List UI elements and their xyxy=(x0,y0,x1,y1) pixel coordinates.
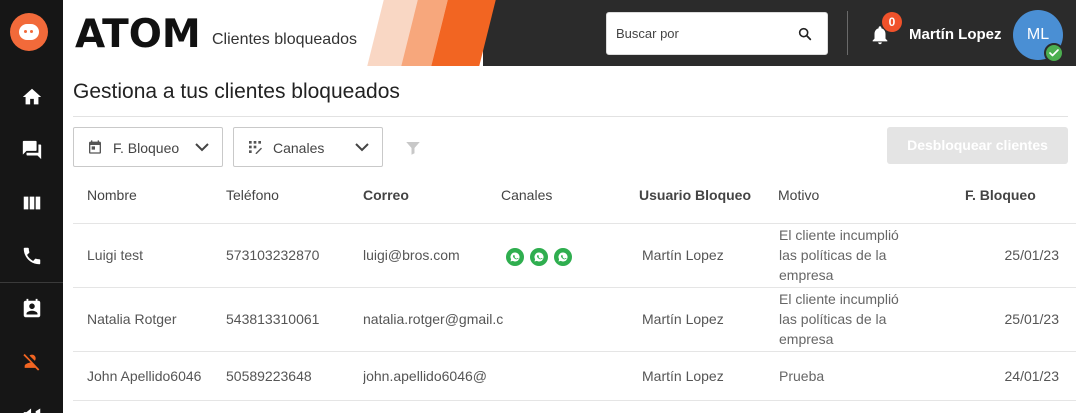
column-header-nombre[interactable]: Nombre xyxy=(87,187,137,203)
sidebar-item-conversations[interactable] xyxy=(0,132,63,168)
notification-badge: 0 xyxy=(882,12,902,32)
cell-nombre: John Apellido6046 xyxy=(87,368,202,384)
sidebar-divider xyxy=(0,282,63,283)
column-header-telefono[interactable]: Teléfono xyxy=(226,187,279,203)
channels-grid-icon xyxy=(249,141,262,154)
megaphone-icon xyxy=(23,408,40,413)
cell-fecha-bloqueo: 25/01/23 xyxy=(1004,311,1060,327)
header-divider xyxy=(847,11,848,55)
sidebar-item-home[interactable] xyxy=(0,79,63,115)
page-title: Gestiona a tus clientes bloqueados xyxy=(73,80,400,103)
column-header-correo[interactable]: Correo xyxy=(363,187,409,203)
home-icon xyxy=(22,88,41,105)
cell-motivo: El cliente incumplió las políticas de la… xyxy=(779,227,899,283)
chat-icon xyxy=(22,140,41,160)
cell-usuario-bloqueo: Martín Lopez xyxy=(642,311,724,327)
table-row[interactable]: John Apellido6046 50589223648 john.apell… xyxy=(63,352,1076,402)
column-header-motivo[interactable]: Motivo xyxy=(778,187,819,203)
search-box xyxy=(606,12,828,55)
cell-nombre: Natalia Rotger xyxy=(87,311,177,327)
cell-correo: natalia.rotger@gmail.com xyxy=(363,311,503,327)
sidebar xyxy=(0,0,63,413)
online-status-badge xyxy=(1044,43,1064,63)
whatsapp-icon xyxy=(554,248,572,266)
cell-usuario-bloqueo: Martín Lopez xyxy=(642,368,724,384)
cell-motivo: Prueba xyxy=(779,368,825,384)
app-logo[interactable] xyxy=(10,13,48,51)
section-title: Clientes bloqueados xyxy=(212,31,357,48)
search-icon[interactable] xyxy=(797,26,813,42)
cell-usuario-bloqueo: Martín Lopez xyxy=(642,247,724,263)
blocked-user-icon xyxy=(22,353,39,371)
whatsapp-icon xyxy=(530,248,548,266)
cell-fecha-bloqueo: 25/01/23 xyxy=(1004,247,1060,263)
column-header-canales[interactable]: Canales xyxy=(501,187,552,203)
sidebar-item-campaigns[interactable] xyxy=(0,396,63,413)
filter-label: Canales xyxy=(273,140,325,156)
cell-fecha-bloqueo: 24/01/23 xyxy=(1004,368,1060,384)
cell-telefono: 543813310061 xyxy=(226,311,320,327)
sidebar-item-board[interactable] xyxy=(0,185,63,221)
unblock-clients-button[interactable]: Desbloquear clientes xyxy=(887,127,1068,164)
cell-nombre: Luigi test xyxy=(87,247,144,263)
contact-card-icon xyxy=(23,298,40,318)
table-divider xyxy=(73,400,1076,401)
cell-motivo: El cliente incumplió las políticas de la… xyxy=(779,291,899,347)
cell-canales xyxy=(506,248,572,266)
sidebar-item-calls[interactable] xyxy=(0,238,63,274)
column-header-usuario-bloqueo[interactable]: Usuario Bloqueo xyxy=(639,187,751,203)
table-row[interactable]: Natalia Rotger 543813310061 natalia.rotg… xyxy=(63,288,1076,351)
cell-telefono: 50589223648 xyxy=(226,368,312,384)
logo-face xyxy=(19,24,39,40)
filter-funnel-icon[interactable] xyxy=(404,139,422,157)
chevron-down-icon xyxy=(355,143,369,152)
brand-logo: ATOM xyxy=(75,12,201,57)
cell-correo: john.apellido6046@ xyxy=(363,368,487,384)
table-row[interactable]: Luigi test 573103232870 luigi@bros.com M… xyxy=(63,224,1076,287)
cell-telefono: 573103232870 xyxy=(226,247,320,263)
filter-label: F. Bloqueo xyxy=(113,140,180,156)
phone-icon xyxy=(23,247,40,265)
logo-eye xyxy=(24,30,27,33)
filter-channels[interactable]: Canales xyxy=(233,127,383,167)
sidebar-item-contacts[interactable] xyxy=(0,291,63,327)
top-header: ATOM Clientes bloqueados 0 Martín Lopez … xyxy=(63,0,1076,66)
check-icon xyxy=(1049,49,1059,57)
board-icon xyxy=(23,196,40,210)
user-name[interactable]: Martín Lopez xyxy=(909,26,1002,43)
main-content: Gestiona a tus clientes bloqueados F. Bl… xyxy=(63,66,1076,413)
title-divider xyxy=(73,116,1068,117)
calendar-icon xyxy=(89,140,101,154)
search-input[interactable] xyxy=(607,13,787,54)
sidebar-item-blocked-clients[interactable] xyxy=(0,344,63,380)
cell-correo: luigi@bros.com xyxy=(363,247,460,263)
whatsapp-icon xyxy=(506,248,524,266)
chevron-down-icon xyxy=(195,143,209,152)
column-header-fecha-bloqueo[interactable]: F. Bloqueo xyxy=(965,187,1036,203)
filter-block-date[interactable]: F. Bloqueo xyxy=(73,127,223,167)
logo-eye xyxy=(30,30,33,33)
